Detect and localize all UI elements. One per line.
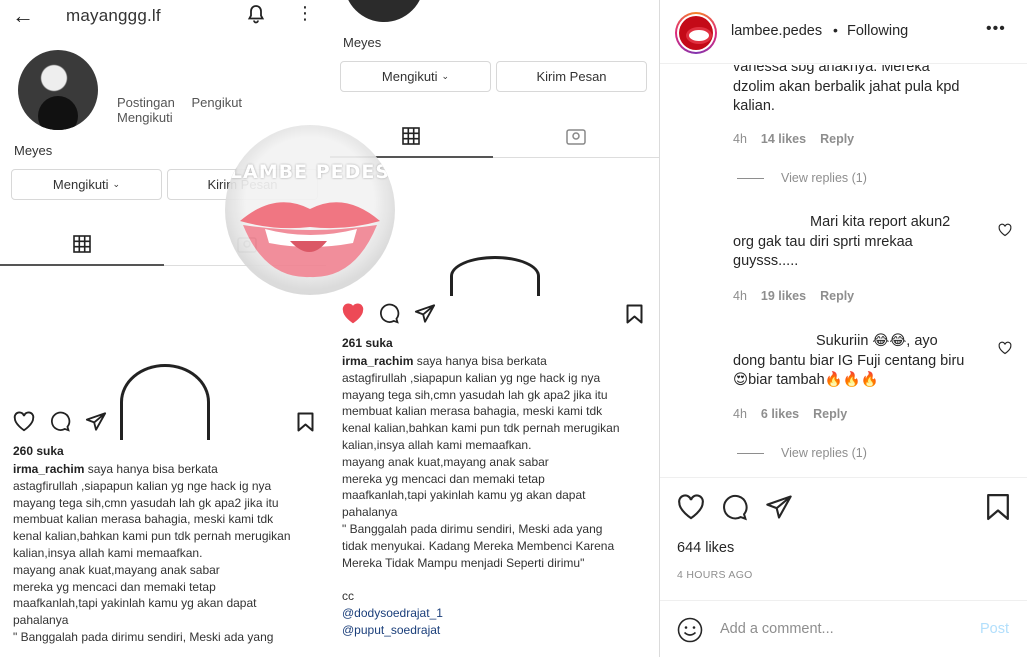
comment-likes[interactable]: 6 likes	[761, 407, 799, 421]
stat-following: Mengikuti	[117, 110, 173, 125]
comment-time: 4h	[733, 407, 747, 421]
comment-meta: 4h 6 likes Reply	[733, 407, 861, 421]
post-actions-left	[13, 411, 107, 432]
comment-reply-button[interactable]: Reply	[813, 407, 847, 421]
chevron-down-icon: ⌄	[441, 71, 450, 81]
share-icon	[414, 304, 436, 323]
screenshot-panel-right: Meyes Mengikuti ⌄ Kirim Pesan 261 suka ir…	[330, 0, 659, 657]
share-icon	[85, 412, 107, 431]
comment-input[interactable]: Add a comment...	[720, 621, 834, 637]
comment-time: 4h	[733, 132, 747, 146]
camera-icon	[450, 256, 540, 296]
following-button: Mengikuti ⌄	[340, 61, 491, 92]
profile-avatar	[344, 0, 424, 22]
like-heart-icon[interactable]	[677, 494, 705, 520]
profile-username: mayanggg.lf	[66, 6, 161, 25]
comment-meta: 4h 19 likes Reply	[733, 289, 868, 303]
camera-icon	[120, 364, 210, 440]
cc-label: cc	[342, 589, 354, 603]
view-replies-label: View replies (1)	[781, 171, 867, 185]
caption-mentions: cc @dodysoedrajat_1 @puput_soedrajat	[342, 588, 443, 639]
caption-username: irma_rachim	[342, 354, 414, 368]
header-separator: •	[833, 22, 838, 38]
comment-likes[interactable]: 19 likes	[761, 289, 806, 303]
bookmark-icon	[626, 304, 643, 324]
post-likes-count: 260 suka	[13, 444, 64, 458]
profile-stats: Postingan Pengikut Mengikuti	[117, 95, 326, 125]
share-icon[interactable]	[765, 494, 793, 520]
watermark-text: LAMBE PEDES	[229, 161, 391, 183]
screenshot-panel-left: ← mayanggg.lf ⋮ Postingan Pengikut Mengi…	[0, 0, 326, 657]
caption-text: saya hanya bisa berkata astagfirullah ,s…	[13, 462, 291, 644]
post-caption: irma_rachim saya hanya bisa berkata asta…	[342, 353, 654, 571]
following-button-label: Mengikuti	[381, 69, 438, 84]
post-likes-count: 261 suka	[342, 336, 393, 350]
comments-list[interactable]: vanessa sbg anaknya. Mereka dzolim akan …	[660, 65, 1027, 477]
lambe-pedes-watermark: LAMBE PEDES	[225, 125, 395, 295]
post-timestamp[interactable]: 4 HOURS AGO	[677, 569, 753, 581]
following-status-button[interactable]: Following	[847, 23, 908, 39]
profile-avatar	[18, 50, 98, 130]
comment-like-icon[interactable]	[998, 223, 1012, 237]
profile-display-name: Meyes	[343, 35, 382, 50]
comment-text: Mari kita report akun2 org gak tau diri …	[733, 214, 951, 269]
header-avatar[interactable]	[675, 12, 717, 54]
bell-icon	[247, 5, 265, 24]
post-side-panel: lambee.pedes • Following ••• vanessa sbg…	[659, 0, 1027, 657]
profile-topbar: ← mayanggg.lf ⋮	[0, 0, 326, 32]
post-comment-button[interactable]: Post	[980, 621, 1009, 637]
post-actions: 644 likes 4 HOURS AGO	[660, 477, 1027, 599]
mention-link: @puput_soedrajat	[342, 623, 441, 637]
bookmark-icon[interactable]	[986, 493, 1010, 521]
heart-icon	[13, 411, 35, 432]
view-replies-button[interactable]: View replies (1)	[737, 446, 867, 460]
grid-icon	[402, 127, 420, 145]
comment-likes[interactable]: 14 likes	[761, 132, 806, 146]
send-message-button: Kirim Pesan	[496, 61, 647, 92]
comment-meta: 4h 14 likes Reply	[733, 132, 868, 146]
tab-divider	[493, 157, 659, 158]
comment-icon	[51, 411, 71, 432]
view-replies-label: View replies (1)	[781, 446, 867, 460]
chevron-down-icon: ⌄	[112, 179, 121, 189]
comment-time: 4h	[733, 289, 747, 303]
following-button: Mengikuti ⌄	[11, 169, 162, 200]
active-tab-indicator	[0, 264, 164, 266]
bookmark-icon	[297, 412, 314, 432]
comment-reply-button[interactable]: Reply	[820, 132, 854, 146]
heart-filled-icon	[342, 303, 364, 324]
tagged-icon	[566, 129, 586, 145]
stat-followers: Pengikut	[191, 95, 243, 110]
header-username[interactable]: lambee.pedes	[731, 23, 822, 39]
stat-posts: Postingan	[117, 95, 175, 110]
post-actions-left	[342, 303, 436, 324]
comment-text: vanessa sbg anaknya. Mereka dzolim akan …	[733, 65, 960, 114]
comment-reply-button[interactable]: Reply	[820, 289, 854, 303]
more-vertical-icon: ⋮	[296, 3, 314, 23]
post-header: lambee.pedes • Following •••	[660, 0, 1027, 64]
emoji-icon[interactable]	[677, 617, 703, 643]
comment-icon[interactable]	[721, 494, 748, 521]
profile-display-name: Meyes	[14, 143, 53, 158]
more-horizontal-icon[interactable]: •••	[986, 20, 1006, 38]
comment-text: Sukuriin 😂😂, ayo dong bantu biar IG Fuji…	[733, 333, 965, 388]
following-button-label: Mengikuti	[52, 177, 109, 192]
comment-like-icon[interactable]	[998, 341, 1012, 355]
caption-text: saya hanya bisa berkata astagfirullah ,s…	[342, 354, 620, 570]
mention-link: @dodysoedrajat_1	[342, 606, 443, 620]
caption-username: irma_rachim	[13, 462, 85, 476]
post-image[interactable]: ← mayanggg.lf ⋮ Postingan Pengikut Mengi…	[0, 0, 659, 657]
likes-count[interactable]: 644 likes	[677, 540, 734, 556]
add-comment-bar: Add a comment... Post	[660, 600, 1027, 657]
view-replies-button[interactable]: View replies (1)	[737, 171, 867, 185]
comment-icon	[380, 303, 400, 324]
post-caption: irma_rachim saya hanya bisa berkata asta…	[13, 461, 325, 646]
back-arrow-icon: ←	[12, 3, 34, 28]
lips-logo-icon	[240, 202, 380, 278]
grid-icon	[73, 235, 91, 253]
